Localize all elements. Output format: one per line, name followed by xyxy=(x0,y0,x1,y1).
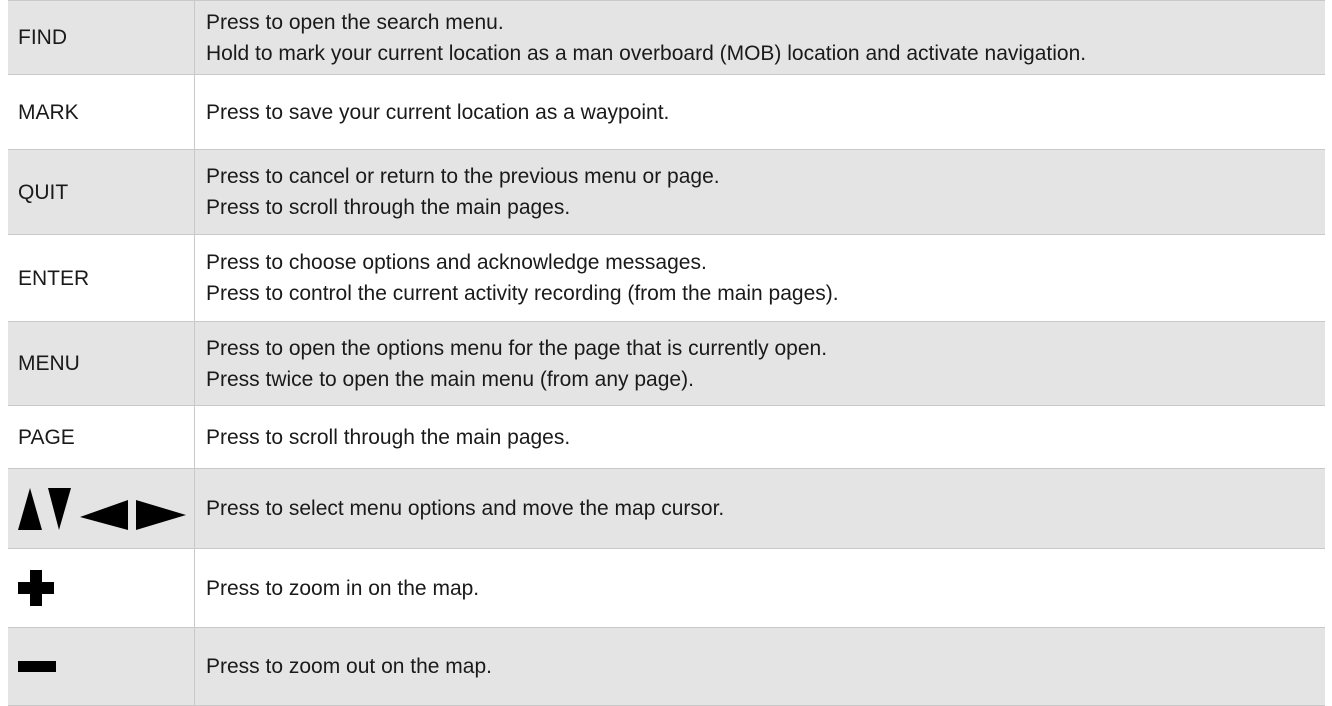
description-line: Press to scroll through the main pages. xyxy=(206,196,571,219)
button-function-table: FIND Press to open the search menu. Hold… xyxy=(8,0,1325,706)
table-row: Press to zoom in on the map. xyxy=(8,548,1325,628)
description-line: Press to open the search menu. xyxy=(206,10,504,34)
key-label: MENU xyxy=(8,321,195,406)
description-line: Press to scroll through the main pages. xyxy=(206,425,571,449)
right-arrow-icon xyxy=(136,499,186,530)
table-row: QUIT Press to cancel or return to the pr… xyxy=(8,149,1325,235)
key-description: Press to cancel or return to the previou… xyxy=(194,149,1325,235)
plus-icon xyxy=(18,570,54,606)
key-label: FIND xyxy=(8,0,195,75)
table-row: Press to select menu options and move th… xyxy=(8,468,1325,549)
key-icons xyxy=(8,468,195,549)
description-line: Press to cancel or return to the previou… xyxy=(206,165,720,188)
table-row: FIND Press to open the search menu. Hold… xyxy=(8,0,1325,75)
key-description: Press to choose options and acknowledge … xyxy=(194,234,1325,322)
key-description: Press to save your current location as a… xyxy=(194,74,1325,150)
description-line: Press to open the options menu for the p… xyxy=(206,336,828,360)
key-icons xyxy=(8,627,195,706)
key-icons xyxy=(8,548,195,628)
description-line: Press to save your current location as a… xyxy=(206,100,670,124)
key-description: Press to scroll through the main pages. xyxy=(194,405,1325,469)
description-line: Hold to mark your current location as a … xyxy=(206,41,1087,65)
table-row: ENTER Press to choose options and acknow… xyxy=(8,234,1325,322)
arrow-keys-icon-group xyxy=(18,487,194,530)
key-description: Press to open the options menu for the p… xyxy=(194,321,1325,406)
down-arrow-icon xyxy=(48,487,71,530)
table-row: PAGE Press to scroll through the main pa… xyxy=(8,405,1325,469)
table-row: MENU Press to open the options menu for … xyxy=(8,321,1325,406)
table-row: MARK Press to save your current location… xyxy=(8,74,1325,150)
direction-arrows-icon xyxy=(18,487,186,530)
key-label: PAGE xyxy=(8,405,195,469)
description-line: Press to choose options and acknowledge … xyxy=(206,251,707,274)
minus-icon xyxy=(18,661,56,672)
key-description: Press to select menu options and move th… xyxy=(194,468,1325,549)
key-label: ENTER xyxy=(8,234,195,322)
table-row: Press to zoom out on the map. xyxy=(8,627,1325,706)
description-line: Press to control the current activity re… xyxy=(206,282,839,305)
description-line: Press twice to open the main menu (from … xyxy=(206,367,694,391)
description-line: Press to zoom in on the map. xyxy=(206,576,480,600)
key-label: MARK xyxy=(8,74,195,150)
key-label: QUIT xyxy=(8,149,195,235)
key-description: Press to zoom out on the map. xyxy=(194,627,1325,706)
description-line: Press to zoom out on the map. xyxy=(206,655,492,678)
up-arrow-icon xyxy=(18,487,42,530)
key-description: Press to open the search menu. Hold to m… xyxy=(194,0,1325,75)
left-arrow-icon xyxy=(80,499,128,530)
description-line: Press to select menu options and move th… xyxy=(206,497,725,520)
key-description: Press to zoom in on the map. xyxy=(194,548,1325,628)
